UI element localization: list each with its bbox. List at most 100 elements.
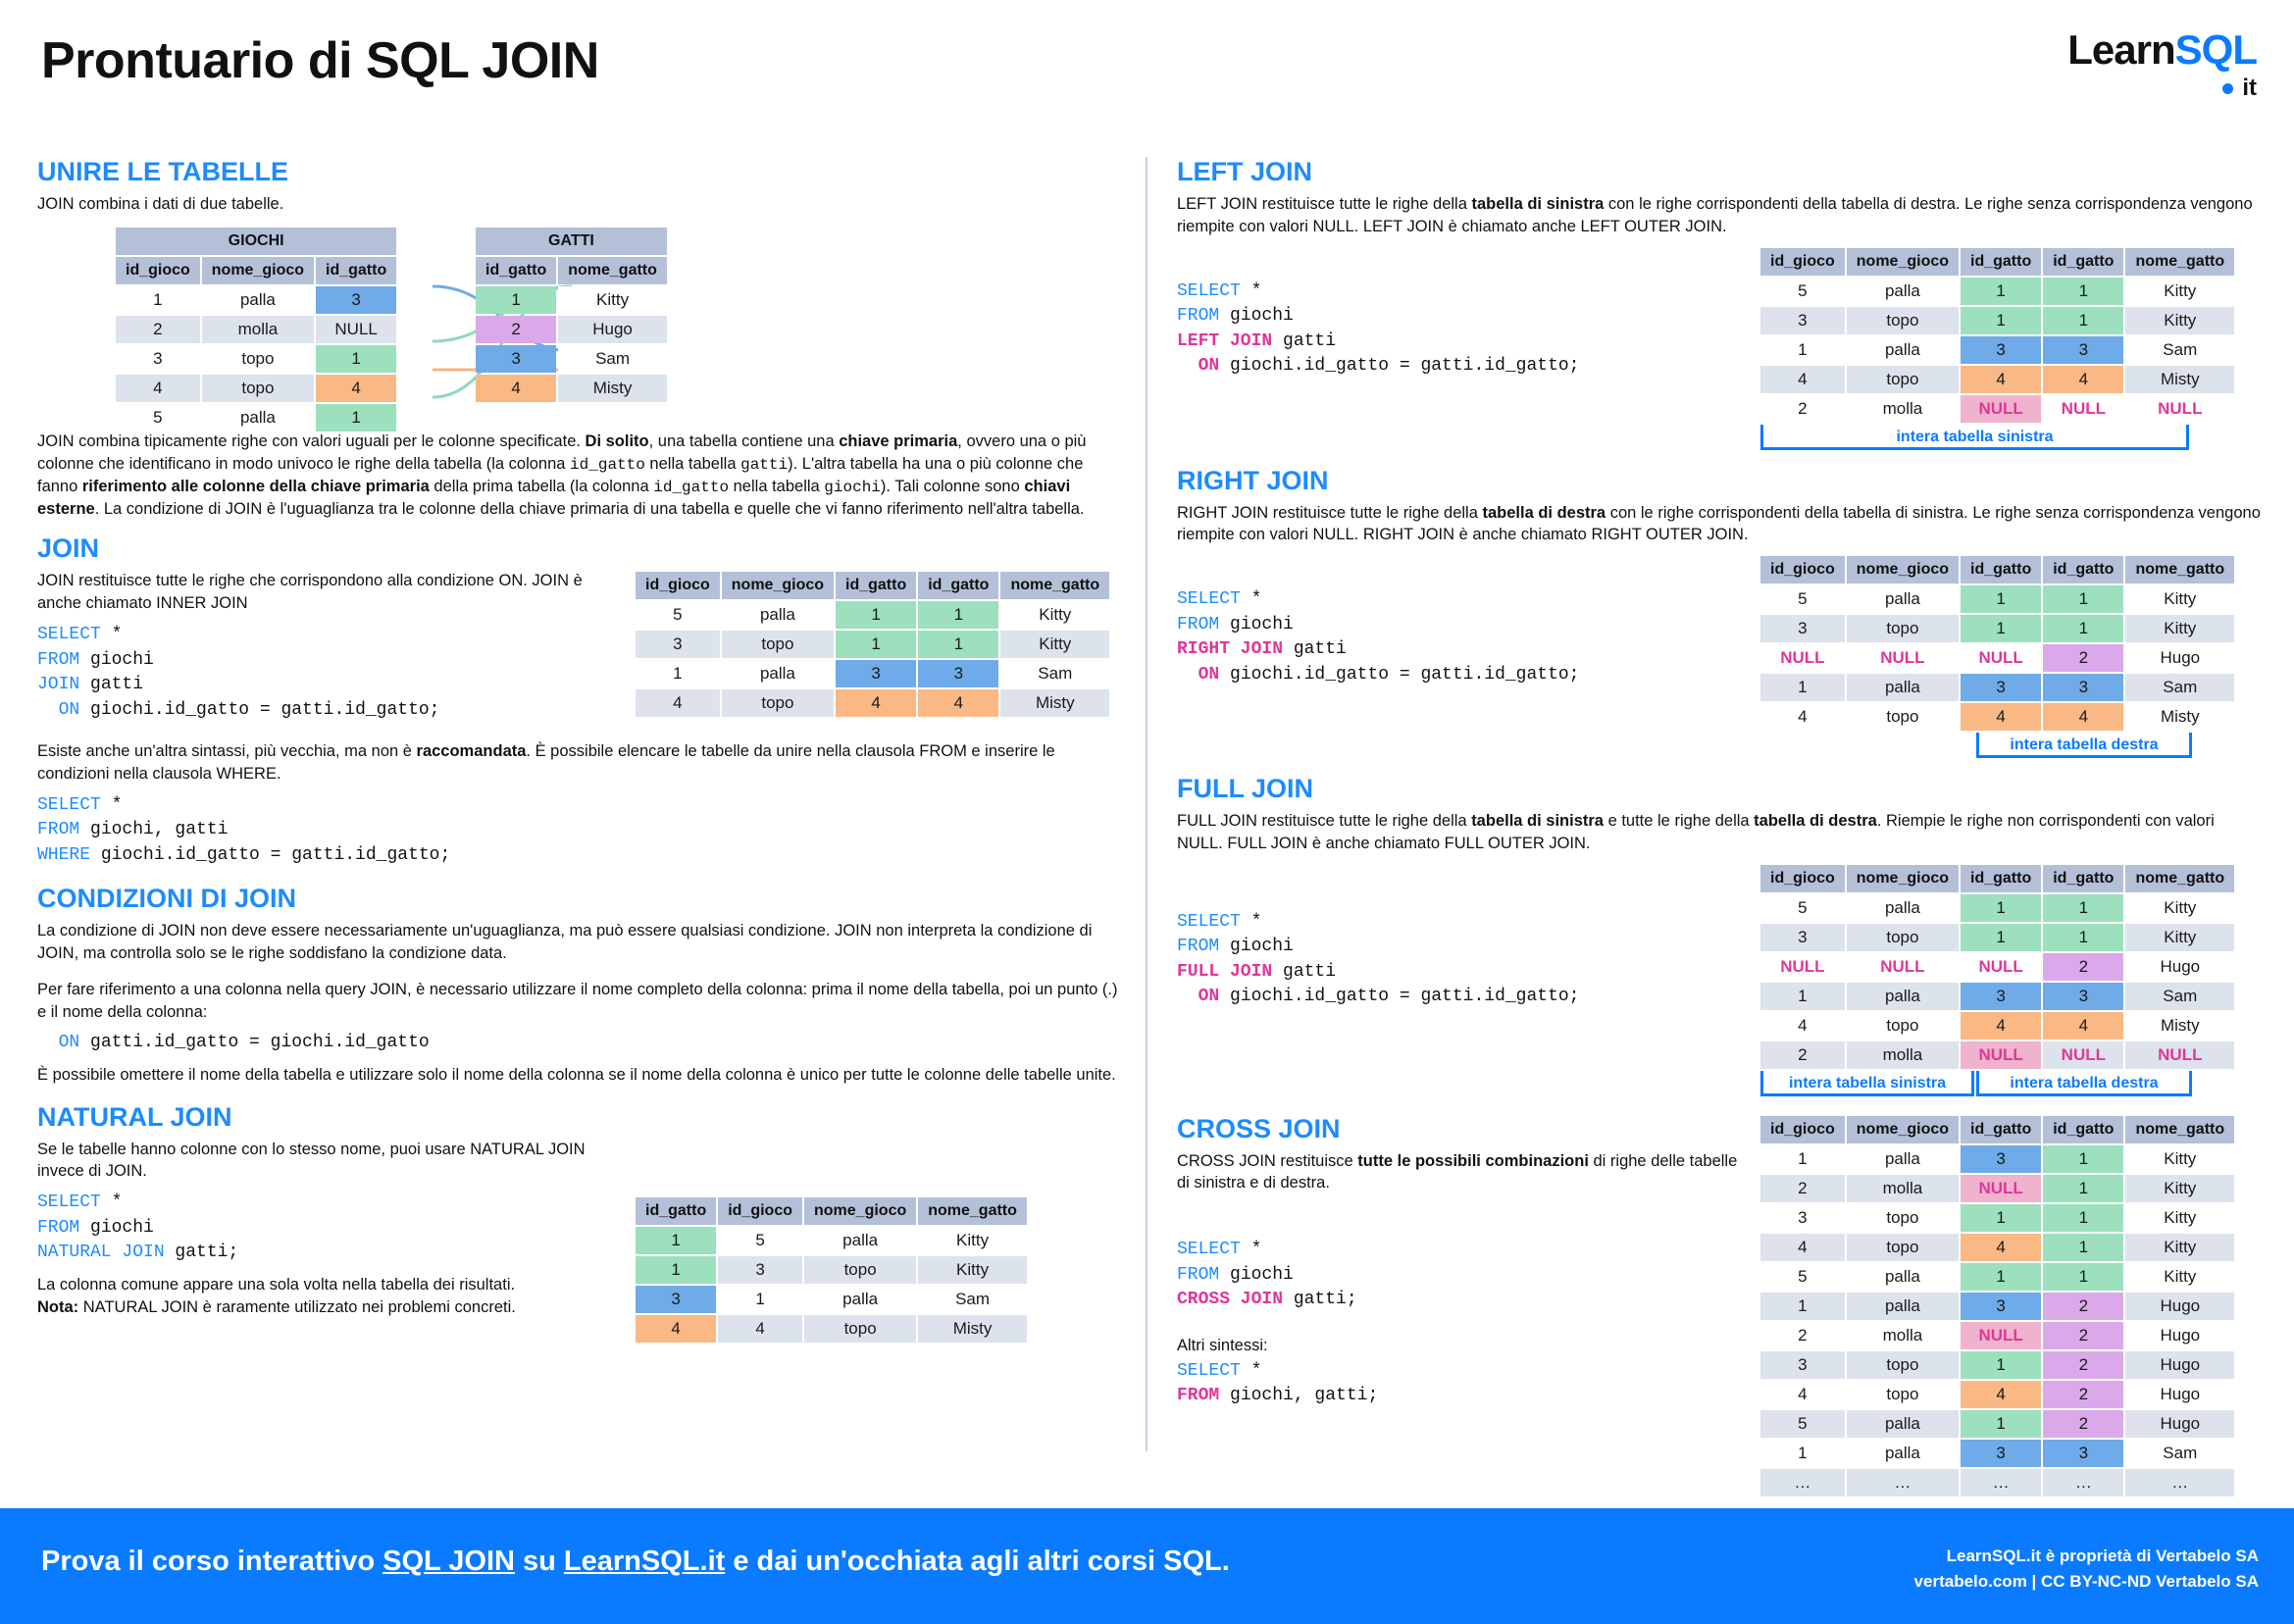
cell: 5: [1760, 1262, 1845, 1291]
cell: 4: [718, 1314, 802, 1343]
join-desc: JOIN restituisce tutte le righe che corr…: [37, 572, 583, 613]
right-join-result-table: id_gioco nome_gioco id_gatto id_gatto no…: [1759, 554, 2236, 733]
gatti-table-name: GATTI: [476, 227, 667, 255]
header-row: id_gioco nome_gioco id_gatto id_gatto no…: [1760, 864, 2235, 892]
footer-link-sql-join[interactable]: SQL JOIN: [382, 1546, 515, 1577]
natural-note: La colonna comune appare una sola volta …: [37, 1274, 616, 1319]
cell: Sam: [2125, 982, 2235, 1010]
cell: 1: [1760, 674, 1845, 702]
cell: Kitty: [2125, 893, 2235, 922]
table-row: 1 palla 3 3 Sam: [636, 660, 1110, 688]
cell: 2: [1760, 1174, 1845, 1202]
col-header: id_gatto: [2043, 247, 2124, 276]
learnsql-logo: LearnSQL it: [2067, 29, 2258, 100]
cell: 1: [1961, 306, 2042, 334]
cell: topo: [201, 344, 315, 373]
cell: 1: [1961, 1203, 2042, 1232]
col-header: id_gatto: [918, 572, 999, 600]
txt-bold: chiave primaria: [839, 431, 958, 450]
cell: 4: [836, 689, 917, 718]
cell: 3: [1961, 982, 2042, 1010]
table-row: 3 topo 1 1 Kitty: [1760, 615, 2235, 643]
right-join-code: SELECT * FROM giochi RIGHT JOIN gatti ON…: [1177, 589, 1580, 685]
table-row: 1 5 palla Kitty: [636, 1226, 1027, 1254]
condizioni-p1: La condizione di JOIN non deve essere ne…: [37, 922, 1093, 963]
logo-tld-line: it: [2067, 76, 2257, 100]
footer-cta: Prova il corso interattivo SQL JOIN su L…: [41, 1546, 1230, 1578]
condizioni-p2: Per fare riferimento a una colonna nella…: [37, 980, 1118, 1021]
table-row: 5 palla 1 1 Kitty: [636, 601, 1110, 630]
table-row: 3 Sam: [476, 344, 667, 373]
col-header: id_gioco: [1760, 1115, 1845, 1143]
cell: 1: [1760, 335, 1845, 364]
col-header: id_gatto: [2043, 556, 2124, 584]
table-row: 5 palla 1 2 Hugo: [1760, 1409, 2235, 1438]
right-join-code-side: SELECT * FROM giochi RIGHT JOIN gatti ON…: [1177, 554, 1741, 695]
full-join-brackets: intera tabella sinistra intera tabella d…: [1760, 1070, 2236, 1096]
cell: 3: [1760, 615, 1845, 643]
cell: 1: [316, 403, 397, 431]
cell: 2: [116, 315, 200, 343]
left-join-result-side: id_gioco nome_gioco id_gatto id_gatto no…: [1759, 246, 2236, 450]
cell: 2: [1760, 1321, 1845, 1349]
cell: 2: [2043, 1409, 2124, 1438]
cell: 3: [1961, 1439, 2042, 1467]
cell: 3: [476, 344, 557, 373]
cell: 1: [2043, 923, 2124, 951]
page-footer: Prova il corso interattivo SQL JOIN su L…: [0, 1508, 2294, 1624]
join-block: JOIN restituisce tutte le righe che corr…: [37, 570, 1124, 731]
cell: NULL: [2125, 1040, 2235, 1069]
cell: 1: [2043, 893, 2124, 922]
cell: 3: [316, 285, 397, 314]
table-row: 2 molla NULL NULL NULL: [1760, 1040, 2235, 1069]
header-row: id_gioco nome_gioco id_gatto id_gatto no…: [1760, 247, 2235, 276]
cell: NULL: [2125, 394, 2235, 423]
cell: NULL: [2043, 394, 2124, 423]
cell: NULL: [1961, 394, 2042, 423]
cell: 1: [2043, 1203, 2124, 1232]
cell: 3: [1961, 1144, 2042, 1173]
cell: Kitty: [2125, 277, 2235, 305]
cell: topo: [1846, 615, 1960, 643]
txt: LEFT JOIN restituisce tutte le righe del…: [1177, 195, 1472, 213]
cell: 2: [1760, 1040, 1845, 1069]
txt: La colonna comune appare una sola volta …: [37, 1275, 516, 1294]
header-row: id_gioco nome_gioco id_gatto id_gatto no…: [1760, 556, 2235, 584]
cell: Kitty: [558, 285, 667, 314]
cell: molla: [1846, 1040, 1960, 1069]
cell: 1: [636, 1226, 717, 1254]
full-join-result-side: id_gioco nome_gioco id_gatto id_gatto no…: [1759, 863, 2236, 1096]
col-header: id_gioco: [116, 256, 200, 284]
unire-explanation: JOIN combina tipicamente righe con valor…: [37, 431, 1124, 521]
alt-syntax-text: Esiste anche un'altra sintassi, più vecc…: [37, 740, 1124, 786]
right-join-bracket: intera tabella destra: [1976, 733, 2192, 759]
cell: 3: [2043, 335, 2124, 364]
join-result-side: id_gioco nome_gioco id_gatto id_gatto no…: [634, 570, 1111, 719]
cell: 4: [1760, 365, 1845, 393]
cell: 3: [1961, 674, 2042, 702]
cell: 4: [1961, 1011, 2042, 1040]
col-header: nome_gatto: [918, 1196, 1027, 1225]
cell: palla: [1846, 1144, 1960, 1173]
table-row: 4 topo 4 2 Hugo: [1760, 1380, 2235, 1408]
cell: Hugo: [2125, 644, 2235, 673]
section-heading-unire: UNIRE LE TABELLE: [37, 157, 288, 186]
cell: 4: [476, 374, 557, 402]
cell: 1: [1961, 615, 2042, 643]
cross-join-body: 1 palla 3 1 Kitty 2 molla NULL 1 Kitty 3 topo 1 1 Kitt…: [1760, 1144, 2235, 1497]
cross-join-block: CROSS JOIN CROSS JOIN restituisce tutte …: [1177, 1114, 2261, 1498]
col-header: id_gatto: [636, 1196, 717, 1225]
cell: 4: [1760, 1380, 1845, 1408]
join-code: SELECT * FROM giochi JOIN gatti ON gioch…: [37, 624, 440, 720]
txt: , una tabella contiene una: [648, 431, 840, 450]
col-header: id_gioco: [1760, 247, 1845, 276]
table-row: NULL NULL NULL 2 Hugo: [1760, 952, 2235, 981]
right-join-block: SELECT * FROM giochi RIGHT JOIN gatti ON…: [1177, 554, 2261, 759]
cell: palla: [1846, 1409, 1960, 1438]
footer-link-learnsql[interactable]: LearnSQL.it: [564, 1546, 725, 1577]
txt-bold: tabella di sinistra: [1471, 812, 1604, 831]
table-row: 4 topo 4 1 Kitty: [1760, 1233, 2235, 1261]
cell: palla: [201, 285, 315, 314]
left-join-code: SELECT * FROM giochi LEFT JOIN gatti ON …: [1177, 280, 1580, 377]
natural-desc: Se le tabelle hanno colonne con lo stess…: [37, 1140, 586, 1181]
